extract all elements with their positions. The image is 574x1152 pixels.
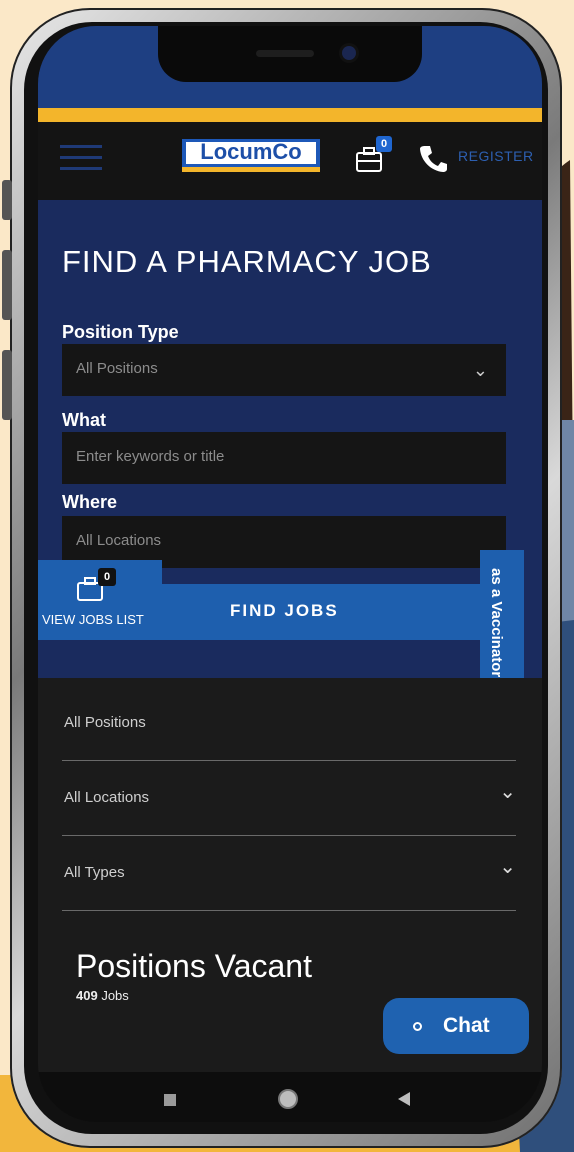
logo-text: LocumCo	[200, 139, 302, 164]
logo[interactable]: LocumCo	[182, 139, 320, 172]
page-title: FIND A PHARMACY JOB	[62, 244, 432, 279]
camera	[342, 46, 356, 60]
speaker	[256, 50, 314, 57]
results-count: 409 Jobs	[76, 988, 129, 1003]
side-button	[2, 180, 12, 220]
results-count-number: 409	[76, 988, 98, 1003]
chat-label: Chat	[443, 1014, 490, 1037]
back-icon[interactable]	[398, 1092, 410, 1106]
find-jobs-button[interactable]: FIND JOBS	[162, 584, 480, 640]
keyword-input[interactable]: Enter keywords or title	[62, 432, 506, 484]
side-button	[2, 250, 12, 320]
filter-positions[interactable]: All Positions	[62, 686, 516, 761]
filter-label: All Positions	[64, 714, 146, 731]
what-label: What	[62, 410, 106, 430]
cart-count-badge: 0	[376, 136, 392, 152]
home-icon[interactable]	[278, 1089, 298, 1109]
position-type-value: All Positions	[76, 360, 158, 377]
side-button	[2, 350, 12, 420]
chevron-down-icon: ⌄	[472, 360, 488, 380]
chat-icon	[413, 1022, 422, 1031]
android-nav-bar	[38, 1072, 542, 1122]
vaccinator-label: as a Vaccinator	[488, 568, 505, 678]
notch	[158, 26, 422, 82]
menu-icon[interactable]	[60, 140, 102, 176]
location-value: All Locations	[76, 532, 162, 549]
keyword-placeholder: Enter keywords or title	[76, 448, 225, 465]
brand-stripe	[38, 108, 542, 122]
view-jobs-list-button[interactable]: 0 VIEW JOBS LIST	[38, 560, 162, 640]
chat-button[interactable]: Chat	[383, 998, 529, 1054]
filter-types[interactable]: All Types ⌄	[62, 836, 516, 911]
results-heading: Positions Vacant	[76, 948, 312, 984]
filter-locations[interactable]: All Locations ⌄	[62, 761, 516, 836]
find-jobs-label: FIND JOBS	[230, 601, 339, 620]
jobs-count-badge: 0	[98, 568, 116, 586]
position-type-label: Position Type	[62, 322, 179, 342]
results-count-suffix: Jobs	[97, 988, 129, 1003]
recents-icon[interactable]	[164, 1094, 176, 1106]
position-type-select[interactable]: All Positions ⌄	[62, 344, 506, 396]
filter-label: All Types	[64, 864, 125, 881]
phone-icon[interactable]	[418, 142, 448, 174]
job-search-panel: FIND A PHARMACY JOB Position Type All Po…	[38, 200, 542, 764]
navbar: LocumCo 0 REGISTER	[38, 122, 542, 200]
chevron-down-icon: ⌄	[499, 781, 516, 803]
register-link[interactable]: REGISTER	[458, 148, 534, 164]
chevron-down-icon: ⌄	[499, 856, 516, 878]
view-jobs-list-label: VIEW JOBS LIST	[42, 612, 144, 627]
filter-label: All Locations	[64, 789, 150, 806]
where-label: Where	[62, 492, 118, 512]
filters-list: All Positions All Locations ⌄ All Types …	[38, 678, 542, 1038]
phone-screen: LocumCo 0 REGISTER FIND A PHARMACY JOB P…	[38, 26, 542, 1122]
